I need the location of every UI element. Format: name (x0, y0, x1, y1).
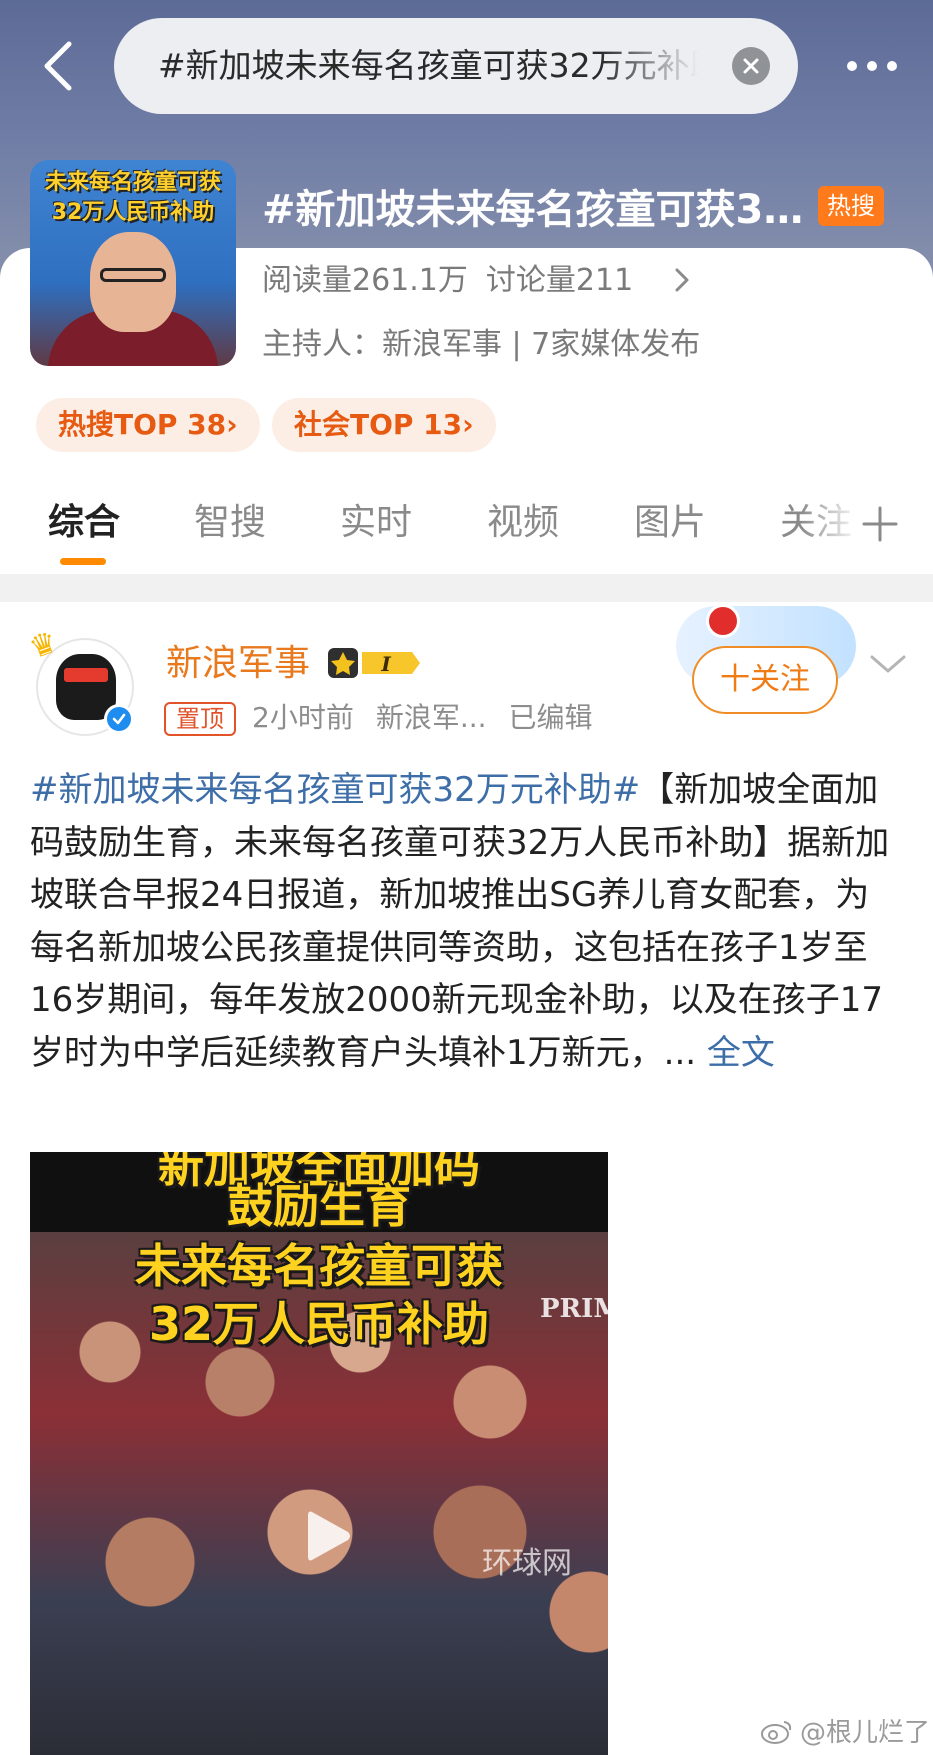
clear-search-button[interactable] (732, 47, 770, 85)
video-caption-line2: 鼓励生育 (227, 1179, 411, 1233)
author-name[interactable]: 新浪军事 (166, 640, 310, 688)
plus-icon[interactable] (860, 504, 900, 544)
search-input[interactable]: #新加坡未来每名孩童可获32万元补助# (158, 44, 698, 88)
topic-stats[interactable]: 阅读量261.1万 讨论量211 (262, 258, 633, 304)
tab-images[interactable]: 图片 (634, 498, 706, 548)
edited-label: 已编辑 (508, 701, 593, 734)
svg-text:I: I (380, 652, 391, 676)
ellipsis: ... (663, 1032, 707, 1073)
weibo-watermark: @根儿烂了 (760, 1712, 930, 1749)
active-tab-indicator (60, 558, 106, 565)
play-icon[interactable] (286, 1496, 366, 1576)
hashtag-link[interactable]: #新加坡未来每名孩童可获32万元补助# (30, 770, 640, 810)
close-circle-icon (743, 58, 759, 74)
post-text: 【新加坡全面加码鼓励生育，未来每名孩童可获32万人民币补助】据新加坡联合早报24… (30, 770, 890, 1073)
post-meta: 2小时前 新浪军... 已编辑 (252, 696, 593, 740)
tab-comprehensive[interactable]: 综合 (48, 498, 120, 548)
chevron-right-icon[interactable] (672, 264, 692, 296)
society-rank-pill[interactable]: 社会TOP 13› (272, 398, 496, 452)
read-count: 阅读量261.1万 (262, 263, 468, 298)
tab-video[interactable]: 视频 (487, 498, 559, 548)
topic-host: 主持人：新浪军事 | 7家媒体发布 (262, 327, 701, 362)
chevron-left-icon (44, 41, 72, 91)
hot-search-badge: 热搜 (818, 186, 884, 226)
post-time: 2小时前 (252, 701, 354, 734)
post-source: 新浪军... (375, 701, 487, 734)
author-avatar[interactable]: ♛ (25, 624, 140, 738)
back-button[interactable] (28, 36, 88, 96)
post-video[interactable]: 新加坡全面加码 鼓励生育 未来每名孩童可获 32万人民币补助 PRIM 环球网 (30, 1152, 608, 1755)
video-corner-text: PRIM (540, 1294, 608, 1324)
topic-thumbnail[interactable]: 未来每名孩童可获 32万人民币补助 (30, 160, 236, 366)
sticker-mascot-icon (706, 604, 740, 638)
chevron-down-icon[interactable] (868, 652, 908, 676)
section-divider (0, 574, 933, 602)
read-full-link[interactable]: 全文 (707, 1033, 775, 1073)
tab-realtime[interactable]: 实时 (340, 498, 412, 548)
hot-search-rank-pill[interactable]: 热搜TOP 38› (36, 398, 260, 452)
follow-button[interactable]: 十关注 (692, 646, 838, 714)
post-body: #新加坡未来每名孩童可获32万元补助#【新加坡全面加码鼓励生育，未来每名孩童可获… (30, 764, 902, 1079)
vip-level-badge: I (328, 648, 420, 678)
video-caption-line4: 32万人民币补助 (148, 1297, 489, 1351)
video-caption-line3: 未来每名孩童可获 (135, 1239, 503, 1293)
search-bar[interactable]: #新加坡未来每名孩童可获32万元补助# (114, 18, 798, 114)
thumbnail-caption: 未来每名孩童可获 32万人民币补助 (44, 170, 221, 225)
tab-smart-search[interactable]: 智搜 (194, 498, 266, 548)
pinned-badge: 置顶 (164, 702, 236, 736)
tab-bar: 综合 智搜 实时 视频 图片 关注 (0, 486, 933, 572)
weibo-logo-icon (761, 1720, 792, 1744)
verified-check-icon (104, 704, 134, 734)
more-options-button[interactable] (826, 44, 918, 88)
video-watermark: 环球网 (482, 1546, 572, 1581)
topic-title: #新加坡未来每名孩童可获32万元补助# (262, 187, 810, 233)
discussion-count: 讨论量211 (485, 263, 634, 298)
more-dots-icon (847, 61, 857, 71)
